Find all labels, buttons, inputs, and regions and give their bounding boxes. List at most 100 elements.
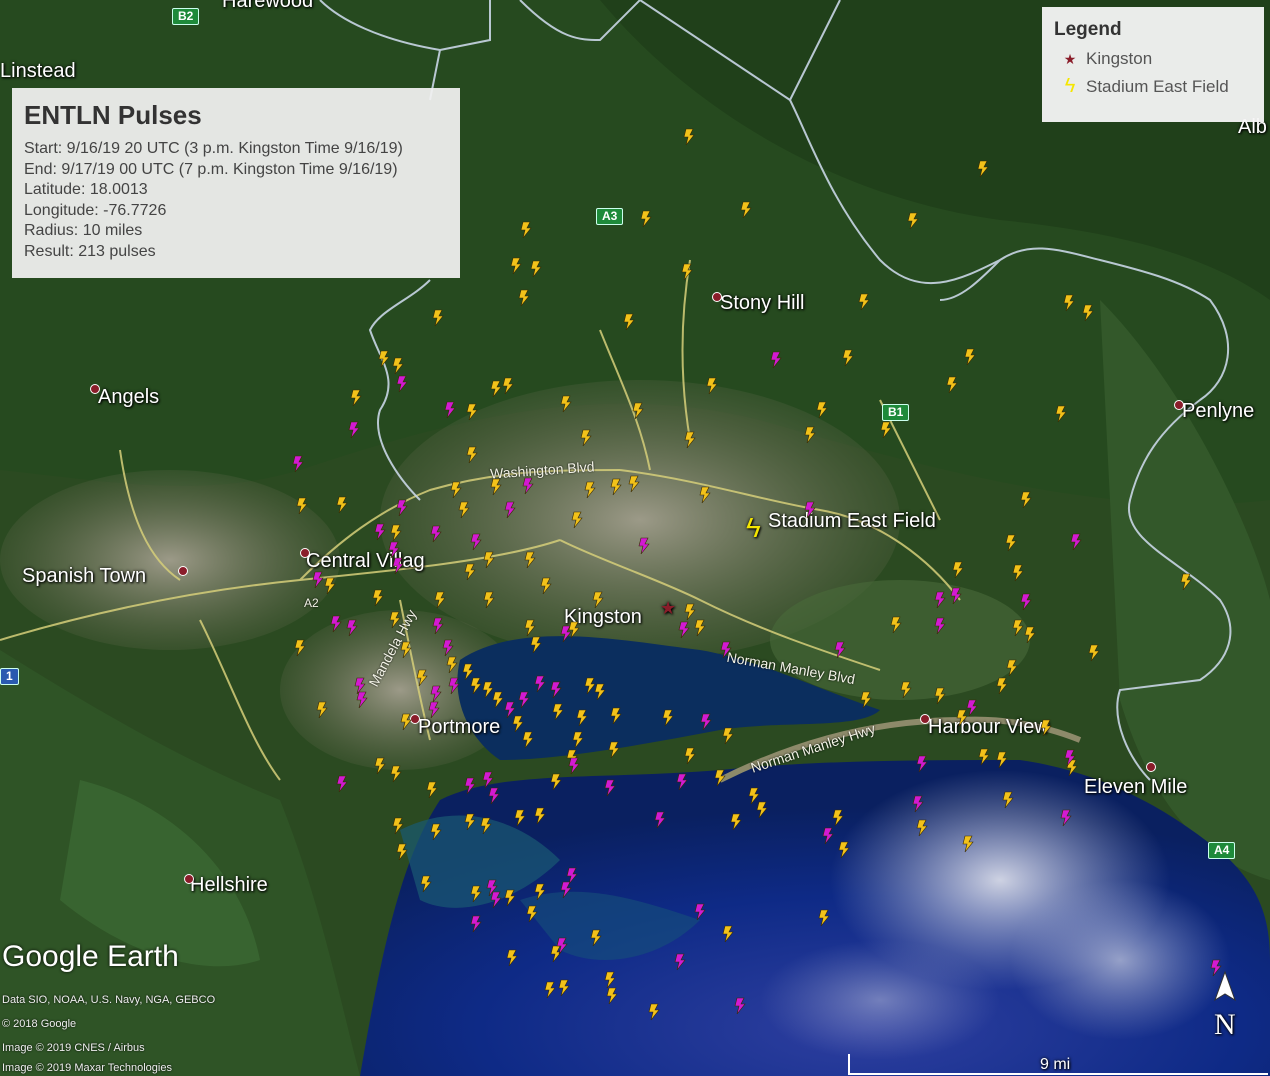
legend-item-kingston: ★ Kingston <box>1054 49 1252 69</box>
lightning-pulse-yellow-icon <box>514 809 526 827</box>
lightning-pulse-magenta-icon <box>638 537 650 555</box>
lightning-pulse-yellow-icon <box>392 817 404 835</box>
lightning-pulse-magenta-icon <box>432 617 444 635</box>
lightning-pulse-magenta-icon <box>916 755 928 773</box>
lightning-pulse-yellow-icon <box>480 817 492 835</box>
lightning-pulse-yellow-icon <box>606 987 618 1005</box>
lightning-pulse-yellow-icon <box>492 691 504 709</box>
lightning-pulse-yellow-icon <box>1088 644 1100 662</box>
lightning-pulse-yellow-icon <box>683 128 695 146</box>
map-view[interactable]: Harewood Linstead Angels Stony Hill Penl… <box>0 0 1270 1076</box>
lightning-pulse-magenta-icon <box>464 777 476 795</box>
lightning-pulse-yellow-icon <box>558 979 570 997</box>
lightning-pulse-yellow-icon <box>1024 626 1036 644</box>
lightning-pulse-yellow-icon <box>324 577 336 595</box>
lightning-pulse-yellow-icon <box>860 691 872 709</box>
lightning-pulse-yellow-icon <box>392 357 404 375</box>
lightning-pulse-magenta-icon <box>442 639 454 657</box>
lightning-pulse-magenta-icon <box>550 681 562 699</box>
lightning-pulse-magenta-icon <box>604 779 616 797</box>
star-marker-icon: ★ <box>1063 50 1077 67</box>
lightning-pulse-yellow-icon <box>604 971 616 989</box>
lightning-pulse-magenta-icon <box>734 997 746 1015</box>
lightning-pulse-yellow-icon <box>446 656 458 674</box>
lightning-pulse-yellow-icon <box>962 835 974 853</box>
lightning-pulse-yellow-icon <box>483 551 495 569</box>
lightning-pulse-yellow-icon <box>681 263 693 281</box>
lightning-pulse-yellow-icon <box>534 807 546 825</box>
lightning-pulse-yellow-icon <box>996 751 1008 769</box>
lightning-pulse-yellow-icon <box>568 621 580 639</box>
lightning-pulse-yellow-icon <box>389 611 401 629</box>
lightning-pulse-yellow-icon <box>560 395 572 413</box>
lightning-pulse-yellow-icon <box>1006 659 1018 677</box>
lightning-pulse-magenta-icon <box>392 557 404 575</box>
lightning-pulse-magenta-icon <box>396 375 408 393</box>
lightning-pulse-yellow-icon <box>400 641 412 659</box>
lightning-pulse-yellow-icon <box>530 636 542 654</box>
lightning-pulse-yellow-icon <box>390 524 402 542</box>
lightning-pulse-yellow-icon <box>466 446 478 464</box>
info-latitude: Latitude: 18.0013 <box>24 181 148 198</box>
lightning-pulse-magenta-icon <box>356 691 368 709</box>
lightning-pulse-yellow-icon <box>350 389 362 407</box>
lightning-pulse-magenta-icon <box>374 523 386 541</box>
lightning-pulse-yellow-icon <box>838 841 850 859</box>
lightning-pulse-yellow-icon <box>584 481 596 499</box>
lightning-pulse-yellow-icon <box>390 765 402 783</box>
lightning-pulse-yellow-icon <box>1020 491 1032 509</box>
lightning-pulse-magenta-icon <box>470 533 482 551</box>
lightning-pulse-yellow-icon <box>706 377 718 395</box>
lightning-pulse-yellow-icon <box>1180 573 1192 591</box>
lightning-pulse-yellow-icon <box>880 421 892 439</box>
lightning-pulse-yellow-icon <box>722 925 734 943</box>
lightning-pulse-magenta-icon <box>312 571 324 589</box>
lightning-pulse-yellow-icon <box>490 478 502 496</box>
lightning-pulse-magenta-icon <box>834 641 846 659</box>
lightning-pulse-yellow-icon <box>550 773 562 791</box>
lightning-pulse-magenta-icon <box>934 591 946 609</box>
lightning-pulse-magenta-icon <box>482 771 494 789</box>
google-earth-logo: Google Earth <box>2 940 179 973</box>
lightning-pulse-yellow-icon <box>572 731 584 749</box>
lightning-pulse-yellow-icon <box>510 257 522 275</box>
lightning-pulse-yellow-icon <box>520 221 532 239</box>
lightning-pulse-yellow-icon <box>946 376 958 394</box>
lightning-pulse-yellow-icon <box>890 616 902 634</box>
lightning-pulse-magenta-icon <box>556 937 568 955</box>
lightning-pulse-yellow-icon <box>610 707 622 725</box>
legend-item-label: Kingston <box>1086 49 1153 68</box>
lightning-pulse-magenta-icon <box>654 811 666 829</box>
lightning-pulse-magenta-icon <box>504 701 516 719</box>
lightning-pulse-yellow-icon <box>296 497 308 515</box>
lightning-pulse-magenta-icon <box>428 701 440 719</box>
lightning-pulse-yellow-icon <box>640 210 652 228</box>
lightning-pulse-yellow-icon <box>699 486 711 504</box>
lightning-pulse-yellow-icon <box>978 748 990 766</box>
lightning-pulse-magenta-icon <box>388 541 400 559</box>
lightning-pulse-magenta-icon <box>354 677 366 695</box>
lightning-pulse-yellow-icon <box>756 801 768 819</box>
lightning-pulse-yellow-icon <box>964 348 976 366</box>
lightning-pulse-yellow-icon <box>434 591 446 609</box>
lightning-pulse-yellow-icon <box>482 681 494 699</box>
lightning-pulse-magenta-icon <box>560 881 572 899</box>
lightning-pulse-yellow-icon <box>1055 405 1067 423</box>
lightning-pulse-magenta-icon <box>674 953 686 971</box>
lightning-pulse-yellow-icon <box>540 577 552 595</box>
lightning-pulse-yellow-icon <box>470 885 482 903</box>
attribution-line-2: © 2018 Google <box>2 1018 77 1030</box>
lightning-pulse-yellow-icon <box>571 511 583 529</box>
lightning-pulse-yellow-icon <box>506 949 518 967</box>
lightning-pulse-magenta-icon <box>330 615 342 633</box>
entln-info-box: ENTLN Pulses Start: 9/16/19 20 UTC (3 p.… <box>12 88 460 278</box>
info-longitude: Longitude: -76.7726 <box>24 201 167 219</box>
lightning-pulse-yellow-icon <box>916 819 928 837</box>
lightning-pulse-yellow-icon <box>628 475 640 493</box>
lightning-pulse-yellow-icon <box>900 681 912 699</box>
lightning-pulse-yellow-icon <box>934 687 946 705</box>
attribution-line-4: Image © 2019 Maxar Technologies <box>2 1062 172 1074</box>
lightning-pulse-yellow-icon <box>464 563 476 581</box>
scale-bar-label: 9 mi <box>1040 1056 1071 1073</box>
lightning-pulse-yellow-icon <box>592 591 604 609</box>
